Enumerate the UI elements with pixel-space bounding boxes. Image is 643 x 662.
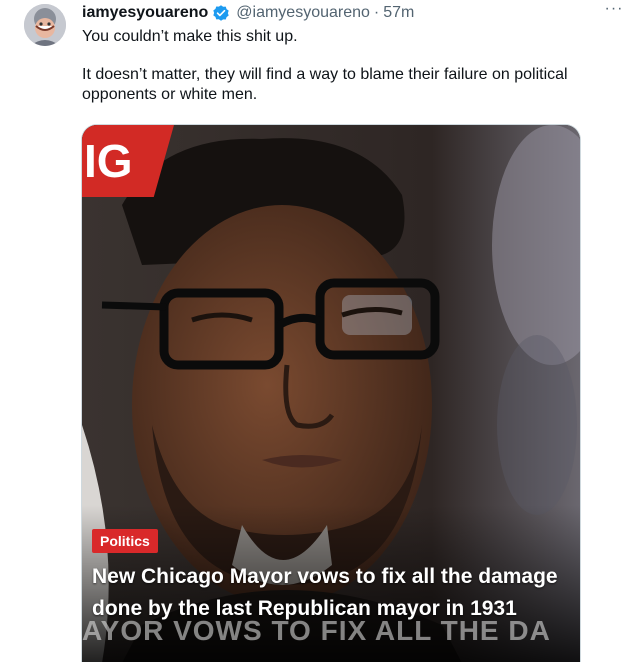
tweet-header: iamyesyouareno @iamyesyouareno · 57m: [82, 2, 414, 24]
author-name[interactable]: iamyesyouareno: [82, 4, 208, 22]
headline: New Chicago Mayor vows to fix all the da…: [92, 565, 558, 620]
timestamp[interactable]: 57m: [383, 4, 414, 22]
category-tag: Politics: [92, 529, 158, 553]
author-handle[interactable]: @iamyesyouareno: [236, 4, 370, 22]
verified-badge-icon: [212, 4, 230, 22]
more-options-icon[interactable]: ···: [600, 1, 628, 22]
tweet-text: You couldn’t make this shit up. It doesn…: [82, 27, 612, 105]
media-image[interactable]: IG AYOR VOWS TO FIX ALL THE DA Politics …: [81, 124, 581, 662]
separator-dot: ·: [373, 4, 380, 21]
tweet[interactable]: iamyesyouareno @iamyesyouareno · 57m ···…: [0, 0, 643, 662]
tweet-paragraph-1: You couldn’t make this shit up.: [82, 28, 298, 45]
tweet-paragraph-2: It doesn’t matter, they will find a way …: [82, 66, 568, 103]
avatar[interactable]: [24, 4, 66, 46]
